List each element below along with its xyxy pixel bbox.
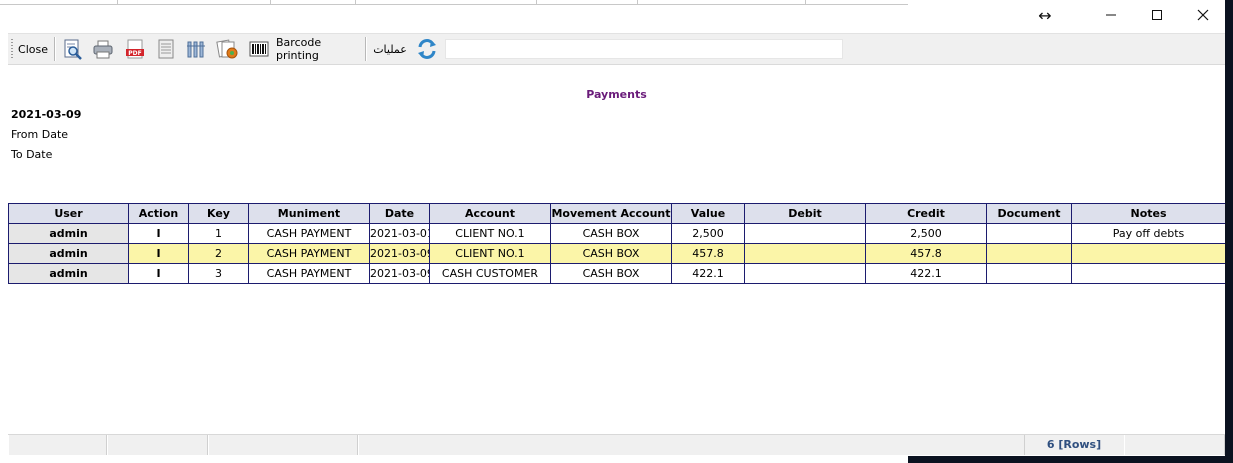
cell-action[interactable]: I: [128, 223, 189, 244]
cell-notes[interactable]: Pay off debts: [1071, 223, 1226, 244]
column-header-muniment[interactable]: Muniment: [248, 203, 370, 224]
table-row[interactable]: admin I 1 CASH PAYMENT 2021-03-01 CLIENT…: [8, 223, 1226, 244]
cell-debit[interactable]: [744, 223, 866, 244]
barcode-printing-button[interactable]: Barcode printing: [276, 36, 360, 62]
table-row[interactable]: admin I 3 CASH PAYMENT 2021-03-09 CASH C…: [8, 263, 1226, 284]
report-title: Payments: [586, 88, 647, 101]
cell-value[interactable]: 422.1: [671, 263, 745, 284]
table-row-selected[interactable]: admin I 2 CASH PAYMENT 2021-03-09 CLIENT…: [8, 243, 1226, 264]
column-header-account[interactable]: Account: [429, 203, 551, 224]
cell-user[interactable]: admin: [8, 223, 129, 244]
column-header-date[interactable]: Date: [369, 203, 430, 224]
payments-table: User Action Key Muniment Date Account Mo…: [8, 203, 1226, 284]
status-cell: [208, 435, 358, 455]
cell-date[interactable]: 2021-03-01: [369, 223, 430, 244]
column-header-document[interactable]: Document: [986, 203, 1072, 224]
barcode-icon: [249, 41, 269, 57]
top-window-edge: [0, 0, 908, 5]
column-header-credit[interactable]: Credit: [865, 203, 987, 224]
cell-credit[interactable]: 457.8: [865, 243, 987, 264]
page-setup-button[interactable]: [153, 37, 179, 61]
operations-button[interactable]: عمليات: [371, 37, 409, 61]
cell-account[interactable]: CLIENT NO.1: [429, 243, 551, 264]
export-icon: [216, 39, 238, 59]
cell-credit[interactable]: 422.1: [865, 263, 987, 284]
page-setup-icon: [158, 39, 174, 59]
printer-icon: [93, 40, 113, 59]
cell-user[interactable]: admin: [8, 263, 129, 284]
column-header-value[interactable]: Value: [671, 203, 745, 224]
resize-icon[interactable]: ↔: [1022, 0, 1068, 30]
cell-debit[interactable]: [744, 263, 866, 284]
barcode-icon-button[interactable]: [246, 37, 272, 61]
toolbar: Close PDF Barcode printing عمليات: [8, 33, 1225, 65]
maximize-button[interactable]: [1134, 0, 1180, 30]
preview-button[interactable]: [61, 37, 85, 61]
from-date-label: From Date: [11, 128, 69, 141]
column-header-debit[interactable]: Debit: [744, 203, 866, 224]
refresh-icon: [418, 39, 436, 59]
maximize-icon: [1152, 10, 1162, 20]
cell-document[interactable]: [986, 243, 1072, 264]
cell-muniment[interactable]: CASH PAYMENT: [248, 223, 370, 244]
cell-movement-account[interactable]: CASH BOX: [550, 263, 672, 284]
export-button[interactable]: [214, 37, 242, 61]
cell-notes[interactable]: [1071, 263, 1226, 284]
background-window-edge: [908, 456, 1233, 463]
columns-icon: [187, 41, 205, 58]
column-header-notes[interactable]: Notes: [1071, 203, 1226, 224]
status-cell: [358, 435, 1025, 455]
cell-muniment[interactable]: CASH PAYMENT: [248, 243, 370, 264]
cell-action[interactable]: I: [128, 263, 189, 284]
pdf-button[interactable]: PDF: [122, 37, 148, 61]
pdf-icon: PDF: [126, 39, 144, 59]
cell-value[interactable]: 457.8: [671, 243, 745, 264]
row-count-label: 6 [Rows]: [1046, 438, 1102, 451]
cell-action[interactable]: I: [128, 243, 189, 264]
status-bar: 6 [Rows]: [8, 434, 1225, 455]
cell-movement-account[interactable]: CASH BOX: [550, 243, 672, 264]
cell-key[interactable]: 3: [188, 263, 249, 284]
column-header-movement-account[interactable]: Movement Account: [550, 203, 672, 224]
print-button[interactable]: [90, 37, 116, 61]
status-cell: [107, 435, 208, 455]
close-button[interactable]: Close: [16, 37, 50, 61]
report-date: 2021-03-09: [11, 108, 82, 121]
toolbar-grip[interactable]: [11, 39, 13, 59]
cell-muniment[interactable]: CASH PAYMENT: [248, 263, 370, 284]
minimize-button[interactable]: [1088, 0, 1134, 30]
cell-value[interactable]: 2,500: [671, 223, 745, 244]
cell-account[interactable]: CASH CUSTOMER: [429, 263, 551, 284]
cell-key[interactable]: 1: [188, 223, 249, 244]
cell-notes[interactable]: [1071, 243, 1226, 264]
column-header-action[interactable]: Action: [128, 203, 189, 224]
close-window-button[interactable]: [1180, 0, 1226, 30]
refresh-button[interactable]: [414, 37, 440, 61]
cell-account[interactable]: CLIENT NO.1: [429, 223, 551, 244]
preview-icon: [64, 39, 82, 60]
column-header-user[interactable]: User: [8, 203, 129, 224]
status-cell: [8, 435, 107, 455]
cell-user[interactable]: admin: [8, 243, 129, 264]
table-header-row: User Action Key Muniment Date Account Mo…: [8, 203, 1226, 224]
close-icon: [1197, 9, 1209, 21]
background-window-edge: [1225, 0, 1233, 463]
cell-date[interactable]: 2021-03-09: [369, 243, 430, 264]
toolbar-separator: [365, 37, 367, 61]
columns-button[interactable]: [183, 37, 209, 61]
cell-date[interactable]: 2021-03-09: [369, 263, 430, 284]
toolbar-separator: [54, 37, 56, 61]
to-date-label: To Date: [11, 148, 53, 161]
cell-document[interactable]: [986, 223, 1072, 244]
search-input[interactable]: [445, 39, 843, 59]
cell-document[interactable]: [986, 263, 1072, 284]
pdf-badge-text: PDF: [128, 50, 141, 57]
column-header-key[interactable]: Key: [188, 203, 249, 224]
cell-debit[interactable]: [744, 243, 866, 264]
minimize-icon: [1106, 14, 1116, 16]
cell-movement-account[interactable]: CASH BOX: [550, 223, 672, 244]
cell-key[interactable]: 2: [188, 243, 249, 264]
status-cell: [1124, 435, 1225, 455]
cell-credit[interactable]: 2,500: [865, 223, 987, 244]
